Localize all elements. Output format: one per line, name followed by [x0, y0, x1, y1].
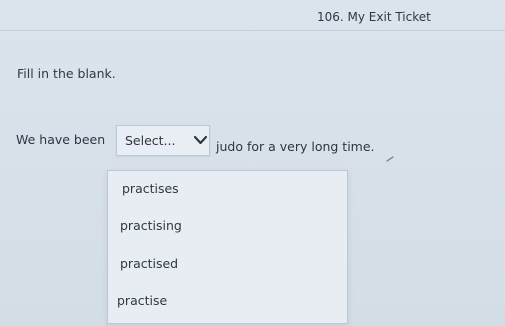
screen: 106. My Exit Ticket Fill in the blank. W…: [0, 0, 505, 326]
option-practising[interactable]: practising: [120, 218, 182, 233]
page-title: 106. My Exit Ticket: [317, 10, 431, 24]
option-practises[interactable]: practises: [122, 181, 179, 196]
sentence-suffix: judo for a very long time.: [216, 139, 375, 154]
prompt-text: Fill in the blank.: [17, 66, 116, 81]
sentence-prefix: We have been: [16, 132, 106, 147]
option-practise[interactable]: practise: [117, 293, 167, 308]
chevron-down-icon: [194, 135, 207, 145]
option-practised[interactable]: practised: [120, 256, 178, 271]
answer-select[interactable]: Select...: [116, 125, 210, 156]
select-value: Select...: [125, 133, 176, 148]
options-dropdown: practises practising practised practise: [107, 170, 348, 324]
cursor-mark-icon: [386, 147, 394, 162]
